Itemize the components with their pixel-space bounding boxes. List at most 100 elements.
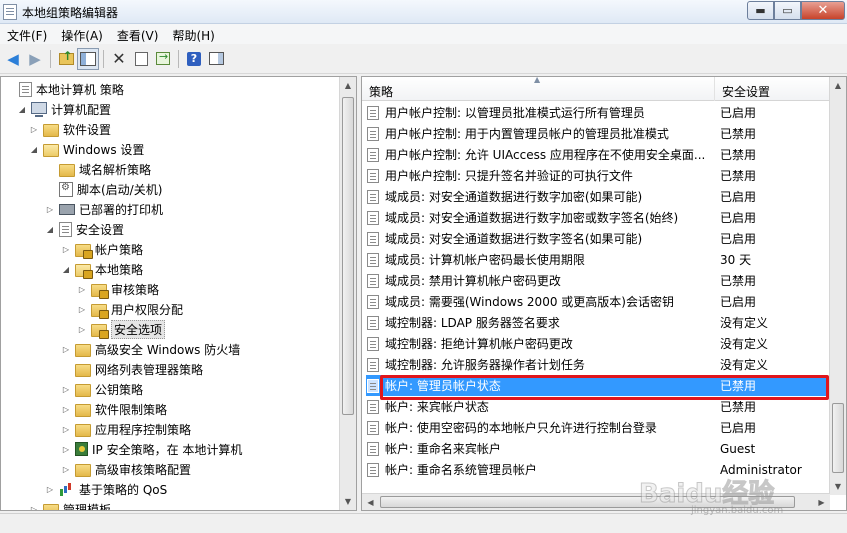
expanded-arrow-icon[interactable]: ◢ [17, 104, 27, 114]
export-list-button[interactable] [152, 48, 174, 70]
back-arrow-icon[interactable]: ◀ [2, 48, 24, 70]
policy-row[interactable]: 域成员: 对安全通道数据进行数字加密(如果可能) 已启用 [366, 186, 826, 207]
close-button[interactable]: ✕ [801, 1, 845, 20]
policy-row[interactable]: 用户帐户控制: 用于内置管理员帐户的管理员批准模式 已禁用 [366, 123, 826, 144]
tree-item[interactable]: ▷ 帐户策略 [61, 239, 143, 259]
list-horizontal-scrollbar[interactable]: ◀ ▶ [362, 493, 830, 510]
action-pane-button[interactable] [205, 48, 227, 70]
policy-row[interactable]: 域控制器: 拒绝计算机帐户密码更改 没有定义 [366, 333, 826, 354]
collapsed-arrow-icon[interactable]: ▷ [45, 204, 55, 214]
collapsed-arrow-icon[interactable]: ▷ [45, 484, 55, 494]
policy-row[interactable]: 域成员: 禁用计算机帐户密码更改 已禁用 [366, 270, 826, 291]
tree-item-label: 已部署的打印机 [79, 202, 164, 217]
tree-item[interactable]: ▷ 软件限制策略 [61, 399, 167, 419]
collapsed-arrow-icon[interactable]: ▷ [77, 304, 87, 314]
scrollbar-thumb[interactable] [832, 403, 844, 473]
tree-item[interactable]: ▷ 基于策略的 QoS [45, 479, 167, 499]
policy-row[interactable]: 帐户: 使用空密码的本地帐户只允许进行控制台登录 已启用 [366, 417, 826, 438]
menu-view[interactable]: 查看(V) [110, 24, 166, 44]
policy-row[interactable]: 用户帐户控制: 允许 UIAccess 应用程序在不使用安全桌面... 已禁用 [366, 144, 826, 165]
policy-list[interactable]: 策略 ▲ 安全设置 用户帐户控制: 以管理员批准模式运行所有管理员 已启用 用户帐户… [361, 76, 847, 511]
collapsed-arrow-icon[interactable]: ▷ [61, 424, 71, 434]
tree-item[interactable]: ▷ 软件设置 [29, 119, 111, 139]
collapsed-arrow-icon[interactable]: ▷ [29, 124, 39, 134]
tree-item[interactable]: ▷ 公钥策略 [61, 379, 143, 399]
policy-setting-icon [367, 189, 379, 204]
menu-file[interactable]: 文件(F) [0, 24, 54, 44]
collapsed-arrow-icon[interactable]: ▷ [29, 504, 39, 511]
expanded-arrow-icon[interactable]: ◢ [61, 264, 71, 274]
collapsed-arrow-icon[interactable]: ▷ [61, 444, 71, 454]
policy-row[interactable]: 用户帐户控制: 只提升签名并验证的可执行文件 已禁用 [366, 165, 826, 186]
collapsed-arrow-icon[interactable]: ▷ [77, 284, 87, 294]
maximize-button[interactable]: ▭ [774, 1, 801, 20]
up-folder-button[interactable] [55, 48, 77, 70]
tree-item[interactable]: 网络列表管理器策略 [61, 359, 203, 379]
tree-item[interactable]: ▷ 高级安全 Windows 防火墙 [61, 339, 240, 359]
tree-item[interactable]: ▷ 用户权限分配 [77, 299, 183, 319]
policy-icon [19, 81, 32, 97]
scroll-left-icon[interactable]: ◀ [362, 494, 379, 510]
policy-row[interactable]: 用户帐户控制: 以管理员批准模式运行所有管理员 已启用 [366, 102, 826, 123]
scroll-up-icon[interactable]: ▲ [830, 77, 846, 94]
security-setting-value: 已禁用 [720, 148, 757, 162]
tree-item[interactable]: 本地计算机 策略 [5, 79, 124, 99]
scroll-right-icon[interactable]: ▶ [813, 494, 830, 510]
show-hide-console-tree-button[interactable] [77, 47, 99, 70]
menu-action[interactable]: 操作(A) [54, 24, 110, 44]
forward-arrow-icon[interactable]: ▶ [24, 48, 46, 70]
expanded-arrow-icon[interactable]: ◢ [45, 224, 55, 234]
tree-vertical-scrollbar[interactable]: ▲ ▼ [339, 77, 356, 510]
policy-row[interactable]: 域成员: 对安全通道数据进行数字加密或数字签名(始终) 已启用 [366, 207, 826, 228]
tree-item[interactable]: ▷ 安全选项 [77, 319, 166, 339]
tree-item[interactable]: ▷ 管理模板 [29, 499, 111, 511]
policy-name: 用户帐户控制: 允许 UIAccess 应用程序在不使用安全桌面... [385, 148, 706, 162]
collapsed-arrow-icon[interactable]: ▷ [61, 244, 71, 254]
tree-item[interactable]: ◢ Windows 设置 [29, 139, 144, 159]
policy-row[interactable]: 域控制器: LDAP 服务器签名要求 没有定义 [366, 312, 826, 333]
scrollbar-thumb[interactable] [342, 97, 354, 415]
collapsed-arrow-icon[interactable]: ▷ [61, 464, 71, 474]
security-setting-value: 已启用 [720, 421, 757, 435]
column-header-security-setting[interactable]: 安全设置 [715, 77, 830, 101]
scroll-down-icon[interactable]: ▼ [830, 478, 846, 495]
properties-button[interactable] [130, 48, 152, 70]
tree-item-label: 网络列表管理器策略 [95, 362, 204, 377]
folder-icon [43, 143, 59, 157]
security-setting-value: 已启用 [720, 211, 757, 225]
policy-row[interactable]: 帐户: 重命名系统管理员帐户 Administrator [366, 459, 826, 480]
tree-item[interactable]: ▷ 高级审核策略配置 [61, 459, 191, 479]
tree-item[interactable]: ◢ 计算机配置 [17, 99, 111, 119]
expanded-arrow-icon[interactable]: ◢ [29, 144, 39, 154]
column-header-policy[interactable]: 策略 ▲ [362, 77, 715, 101]
tree-item[interactable]: 域名解析策略 [45, 159, 151, 179]
tree-item[interactable]: ▷ 审核策略 [77, 279, 159, 299]
scrollbar-thumb[interactable] [380, 496, 795, 508]
scroll-up-icon[interactable]: ▲ [340, 77, 356, 94]
console-tree[interactable]: 本地计算机 策略 ◢ 计算机配置 ▷ 软件设置 ◢ Windows 设置域名解析策略脚本(启… [0, 76, 357, 511]
policy-row[interactable]: 域成员: 计算机帐户密码最长使用期限 30 天 [366, 249, 826, 270]
help-button[interactable]: ? [183, 48, 205, 70]
tree-item[interactable]: ◢ 本地策略 [61, 259, 143, 279]
tree-item[interactable]: ▷ IP 安全策略，在 本地计算机 [61, 439, 242, 459]
policy-row[interactable]: 域成员: 需要强(Windows 2000 或更高版本)会话密钥 已启用 [366, 291, 826, 312]
scroll-down-icon[interactable]: ▼ [340, 493, 356, 510]
tree-item[interactable]: ▷ 已部署的打印机 [45, 199, 163, 219]
collapsed-arrow-icon[interactable]: ▷ [77, 324, 87, 334]
printer-icon [59, 203, 75, 215]
minimize-button[interactable]: ▬ [747, 1, 774, 20]
tree-item[interactable]: ▷ 应用程序控制策略 [61, 419, 191, 439]
collapsed-arrow-icon[interactable]: ▷ [61, 404, 71, 414]
policy-row[interactable]: 域成员: 对安全通道数据进行数字签名(如果可能) 已启用 [366, 228, 826, 249]
policy-row[interactable]: 帐户: 重命名来宾帐户 Guest [366, 438, 826, 459]
collapsed-arrow-icon[interactable]: ▷ [61, 384, 71, 394]
delete-icon[interactable]: ✕ [108, 48, 130, 70]
policy-setting-icon [367, 231, 379, 246]
menu-help[interactable]: 帮助(H) [165, 24, 221, 44]
tree-item[interactable]: ◢ 安全设置 [45, 219, 124, 239]
list-vertical-scrollbar[interactable]: ▲ ▼ [829, 77, 846, 495]
collapsed-arrow-icon[interactable]: ▷ [61, 344, 71, 354]
policy-row[interactable]: 域控制器: 允许服务器操作者计划任务 没有定义 [366, 354, 826, 375]
tree-item[interactable]: 脚本(启动/关机) [45, 179, 162, 199]
policy-setting-icon [367, 378, 379, 393]
